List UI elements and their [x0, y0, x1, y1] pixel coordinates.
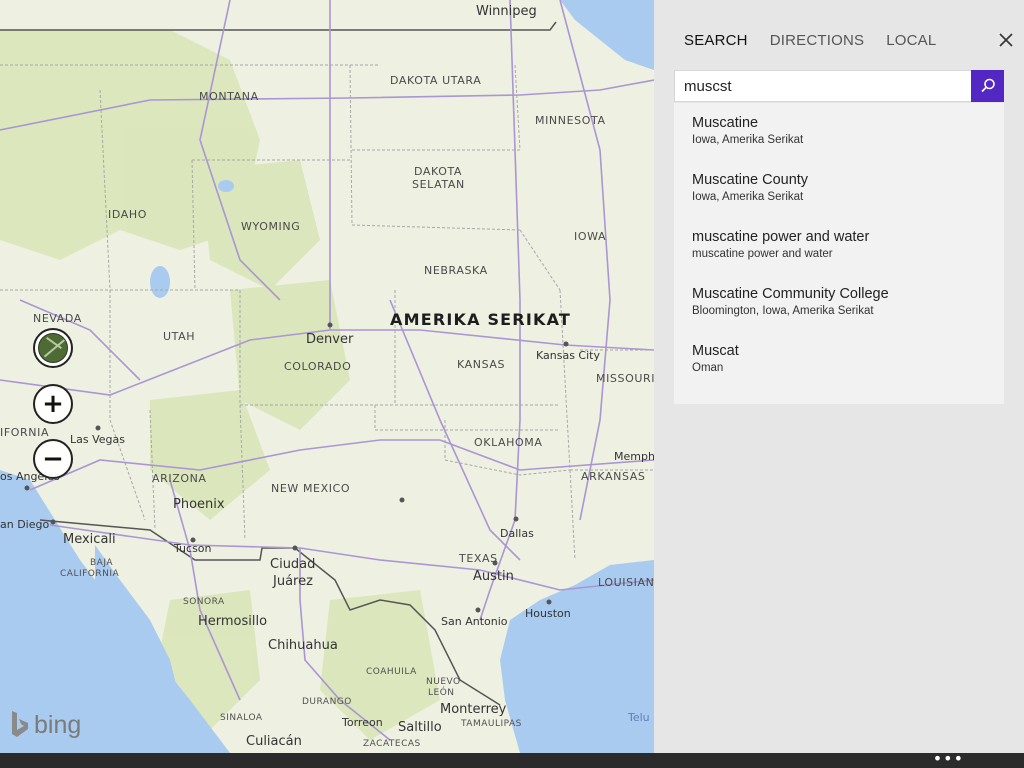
panel-tabs: SEARCH DIRECTIONS LOCAL — [684, 32, 936, 49]
tab-local[interactable]: LOCAL — [886, 32, 936, 49]
zoom-in-button[interactable]: + — [33, 384, 73, 424]
suggestion-item[interactable]: Muscatine Iowa, Amerika Serikat — [674, 103, 1004, 160]
aerial-view-icon — [38, 333, 68, 363]
city-label: an Diego — [0, 518, 50, 531]
state-label: OKLAHOMA — [474, 436, 543, 449]
country-label: AMERIKA SERIKAT — [390, 310, 572, 329]
search-button[interactable] — [971, 70, 1004, 102]
minus-icon: − — [42, 444, 64, 474]
state-label: IFORNIA — [0, 426, 50, 439]
search-icon — [980, 78, 995, 93]
state-label: COAHUILA — [366, 667, 417, 677]
state-label: DURANGO — [302, 697, 352, 707]
suggestion-subtitle: Oman — [692, 362, 724, 374]
suggestion-title: Muscat — [692, 343, 739, 359]
state-label: TAMAULIPAS — [461, 719, 522, 729]
state-label: IDAHO — [108, 208, 147, 221]
state-label: NUEVO — [426, 677, 461, 687]
state-label: LEÓN — [428, 688, 455, 698]
zoom-out-button[interactable]: − — [33, 439, 73, 479]
city-label: Memph — [614, 450, 654, 463]
city-label: Phoenix — [173, 497, 225, 512]
state-label: KANSAS — [457, 358, 506, 371]
tab-search[interactable]: SEARCH — [684, 32, 748, 49]
state-label: ZACATECAS — [363, 739, 421, 749]
state-label: BAJA — [90, 558, 113, 568]
state-label: MISSOURI — [596, 372, 654, 385]
city-label: Austin — [473, 569, 514, 584]
city-label: Las Vegas — [70, 433, 125, 446]
state-label: SINALOA — [220, 713, 263, 723]
city-label: Saltillo — [398, 720, 442, 735]
state-label: MONTANA — [199, 90, 259, 103]
suggestion-item[interactable]: Muscatine Community College Bloomington,… — [674, 274, 1004, 331]
suggestion-title: muscatine power and water — [692, 229, 870, 245]
state-label: ARKANSAS — [581, 470, 646, 483]
city-label: Chihuahua — [268, 638, 338, 653]
state-label: NEBRASKA — [424, 264, 488, 277]
suggestion-item[interactable]: muscatine power and water muscatine powe… — [674, 217, 1004, 274]
city-label: Mexicali — [63, 532, 116, 547]
city-label: Torreon — [342, 716, 383, 729]
search-suggestions-list: Muscatine Iowa, Amerika Serikat Muscatin… — [674, 103, 1004, 404]
map-canvas[interactable]: MONTANA DAKOTA UTARA MINNESOTA DAKOTA SE… — [0, 0, 654, 753]
suggestion-subtitle: Iowa, Amerika Serikat — [692, 191, 804, 203]
city-label: Winnipeg — [476, 4, 537, 19]
more-options-button[interactable]: ••• — [933, 749, 964, 768]
suggestion-title: Muscatine Community College — [692, 286, 889, 302]
city-label: Culiacán — [246, 734, 302, 749]
suggestion-title: Muscatine — [692, 115, 759, 131]
search-input[interactable] — [675, 71, 973, 101]
close-icon — [999, 33, 1013, 47]
search-panel: SEARCH DIRECTIONS LOCAL Muscatine Iowa, … — [654, 0, 1024, 753]
state-label: SONORA — [183, 597, 225, 607]
city-label: Denver — [306, 332, 354, 347]
bing-logo-text: bing — [34, 710, 82, 739]
state-label: ARIZONA — [152, 472, 207, 485]
state-label: WYOMING — [241, 220, 301, 233]
state-label: DAKOTA UTARA — [390, 74, 482, 87]
state-label: NEVADA — [33, 312, 82, 325]
search-box — [674, 70, 1004, 102]
city-label: Houston — [525, 607, 571, 620]
suggestion-item[interactable]: Muscatine County Iowa, Amerika Serikat — [674, 160, 1004, 217]
state-label: MINNESOTA — [535, 114, 606, 127]
app-bar: ••• — [0, 749, 1024, 768]
bing-b-icon — [12, 711, 28, 737]
suggestion-subtitle: muscatine power and water — [692, 248, 833, 260]
plus-icon: + — [42, 389, 64, 419]
state-label: IOWA — [574, 230, 607, 243]
suggestion-item[interactable]: Muscat Oman — [674, 331, 1004, 388]
suggestion-subtitle: Iowa, Amerika Serikat — [692, 134, 804, 146]
city-label: Dallas — [500, 527, 534, 540]
city-label: Ciudad — [270, 557, 316, 572]
city-label: Kansas City — [536, 349, 600, 362]
state-label: SELATAN — [412, 178, 465, 191]
suggestion-title: Muscatine County — [692, 172, 809, 188]
close-panel-button[interactable] — [994, 28, 1018, 52]
city-label: Monterrey — [440, 702, 507, 717]
state-label: NEW MEXICO — [271, 482, 351, 495]
city-label: San Antonio — [441, 615, 508, 628]
state-label: LOUISIAN — [598, 576, 654, 589]
state-label: UTAH — [163, 330, 196, 343]
city-label: Hermosillo — [198, 614, 268, 629]
city-label: Telu — [628, 711, 650, 724]
city-label: Tucson — [174, 542, 212, 555]
aerial-view-toggle-button[interactable] — [33, 328, 73, 368]
state-label: CALIFORNIA — [60, 569, 120, 579]
tab-directions[interactable]: DIRECTIONS — [770, 32, 865, 49]
bing-logo: bing — [10, 710, 81, 740]
state-label: COLORADO — [284, 360, 352, 373]
suggestion-subtitle: Bloomington, Iowa, Amerika Serikat — [692, 305, 874, 317]
state-label: TEXAS — [459, 552, 498, 565]
state-label: DAKOTA — [414, 165, 463, 178]
city-label: Juárez — [273, 574, 313, 589]
